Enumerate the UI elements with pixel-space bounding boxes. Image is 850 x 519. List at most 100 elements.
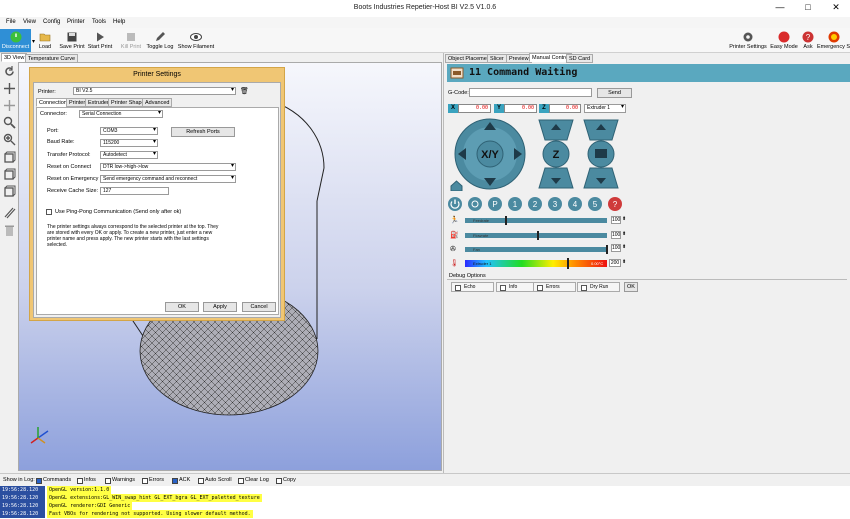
feedrate-slider[interactable]: Feedrate	[465, 218, 607, 223]
connector-select[interactable]: Serial Connection	[79, 110, 163, 118]
extruder-2-button[interactable]: 2	[528, 197, 542, 211]
maximize-button[interactable]: □	[794, 0, 822, 16]
trash-icon[interactable]: 🗑	[240, 87, 249, 95]
auto-scroll-checkbox[interactable]: Auto Scroll	[197, 477, 232, 484]
printer-select[interactable]: BI V2.5	[73, 87, 236, 95]
chevron-down-icon[interactable]: ▾	[32, 38, 35, 45]
extruder-select[interactable]: Extruder 1	[584, 104, 626, 113]
receive-cache-size-input[interactable]: 127	[100, 187, 169, 195]
ping-pong-label: Use Ping-Pong Communication (Send only a…	[55, 209, 182, 215]
load-button[interactable]: Load	[36, 29, 54, 52]
stepper-arrows-icon[interactable]: ⬍	[622, 244, 626, 250]
stepper-arrows-icon[interactable]: ⬍	[622, 231, 626, 237]
emergency-stop-button[interactable]: Emergency Stop	[817, 29, 850, 52]
flowrate-value[interactable]: 100	[611, 231, 621, 239]
send-button[interactable]: Send	[597, 88, 632, 98]
tab-sd-card[interactable]: SD Card	[566, 54, 594, 63]
start-print-button[interactable]: Start Print	[87, 29, 113, 52]
gcode-input[interactable]	[469, 88, 592, 97]
toggle-log-button[interactable]: Toggle Log	[145, 29, 175, 52]
temperature-value[interactable]: 200	[609, 259, 621, 267]
errors-checkbox[interactable]: Errors	[141, 477, 164, 484]
infos-checkbox[interactable]: Infos	[76, 477, 96, 484]
view-top-icon[interactable]	[3, 168, 16, 181]
xy-jog-pad[interactable]: X/Y	[454, 118, 526, 190]
minimize-button[interactable]: —	[766, 0, 794, 16]
flowrate-slider[interactable]: Flowrate	[465, 233, 607, 238]
menu-file[interactable]: File	[6, 19, 16, 25]
echo-checkbox[interactable]: Echo	[451, 282, 494, 292]
transfer-protocol-select[interactable]: Autodetect	[100, 151, 158, 159]
fan-slider[interactable]: Fan	[465, 247, 607, 252]
stepper-arrows-icon[interactable]: ⬍	[622, 216, 626, 222]
easy-mode-button[interactable]: Easy Mode	[770, 29, 798, 52]
baud-rate-select[interactable]: 115200	[100, 139, 158, 147]
menu-help[interactable]: Help	[113, 19, 125, 25]
reset-on-connect-select[interactable]: DTR low->high->low	[100, 163, 236, 171]
commands-checkbox[interactable]: Commands	[35, 477, 71, 484]
copy-button[interactable]: Copy	[275, 477, 296, 484]
move-icon[interactable]	[3, 82, 16, 95]
show-filament-button[interactable]: Show Filament	[177, 29, 215, 52]
ask-button[interactable]: ? Ask	[800, 29, 816, 52]
ok-button[interactable]: OK	[165, 302, 199, 312]
home-icon[interactable]	[450, 180, 463, 191]
rotate-icon[interactable]	[3, 65, 16, 78]
tab-advanced[interactable]: Advanced	[142, 98, 173, 107]
ping-pong-checkbox[interactable]	[46, 209, 52, 215]
zoom-icon[interactable]	[3, 116, 16, 129]
menu-view[interactable]: View	[23, 19, 36, 25]
extruder-jog-pad[interactable]	[583, 119, 619, 189]
view-side-icon[interactable]	[3, 185, 16, 198]
log-panel[interactable]: 19:56:28.120 OpenGL version:1.1.0 19:56:…	[0, 486, 850, 519]
fan-value[interactable]: 100	[611, 244, 621, 252]
stepper-arrows-icon[interactable]: ⬍	[622, 259, 626, 265]
apply-button[interactable]: Apply	[203, 302, 237, 312]
port-select[interactable]: COM3	[100, 127, 158, 135]
help-button[interactable]: ?	[608, 197, 622, 211]
fan-thumb[interactable]	[606, 245, 608, 254]
reset-on-emergency-select[interactable]: Send emergency command and reconnect	[100, 175, 236, 183]
save-print-button[interactable]: Save Print	[59, 29, 85, 52]
z-jog-pad[interactable]: Z	[538, 119, 574, 189]
disconnect-button[interactable]: Disconnect	[0, 29, 31, 52]
temperature-slider[interactable]: Extruder 1 0.00°C	[465, 260, 607, 267]
menu-config[interactable]: Config	[43, 19, 60, 25]
extruder-5-button[interactable]: 5	[588, 197, 602, 211]
clear-log-button[interactable]: Clear Log	[237, 477, 269, 484]
extruder-3-button[interactable]: 3	[548, 197, 562, 211]
ack-checkbox[interactable]: ACK	[171, 477, 190, 484]
menu-printer[interactable]: Printer	[67, 19, 85, 25]
power-icon	[10, 31, 21, 43]
trash-icon[interactable]	[3, 224, 16, 237]
flowrate-thumb[interactable]	[537, 231, 539, 240]
extruder-1-button[interactable]: 1	[508, 197, 522, 211]
dry-run-checkbox[interactable]: Dry Run	[577, 282, 620, 292]
warnings-checkbox[interactable]: Warnings	[104, 477, 135, 484]
debug-ok-button[interactable]: OK	[624, 282, 638, 292]
power-off-icon[interactable]	[448, 197, 462, 211]
tab-slicer[interactable]: Slicer	[487, 54, 507, 63]
fan-off-icon[interactable]	[468, 197, 482, 211]
temperature-thumb[interactable]	[567, 258, 570, 269]
printer-settings-button[interactable]: Printer Settings	[729, 29, 767, 52]
extruder-number: 2	[533, 200, 538, 209]
p-button[interactable]: P	[488, 197, 502, 211]
menu-tools[interactable]: Tools	[92, 19, 106, 25]
errors-checkbox[interactable]: Errors	[533, 282, 576, 292]
tab-connection[interactable]: Connection	[36, 98, 70, 107]
kill-print-button[interactable]: Kill Print	[118, 29, 144, 52]
refresh-ports-button[interactable]: Refresh Ports	[171, 127, 235, 137]
move-object-icon[interactable]	[3, 99, 16, 112]
extruder-4-button[interactable]: 4	[568, 197, 582, 211]
feedrate-thumb[interactable]	[505, 216, 507, 225]
zoom-in-icon[interactable]	[3, 133, 16, 146]
cancel-button[interactable]: Cancel	[242, 302, 276, 312]
flowrate-icon: ⛽	[450, 232, 459, 239]
tab-preview[interactable]: Preview	[506, 54, 532, 63]
feedrate-value[interactable]: 100	[611, 216, 621, 224]
parallel-view-icon[interactable]	[3, 206, 16, 219]
view-front-icon[interactable]	[3, 151, 16, 164]
close-button[interactable]: ✕	[822, 0, 850, 16]
tab-3d-view[interactable]: 3D View	[1, 53, 28, 62]
